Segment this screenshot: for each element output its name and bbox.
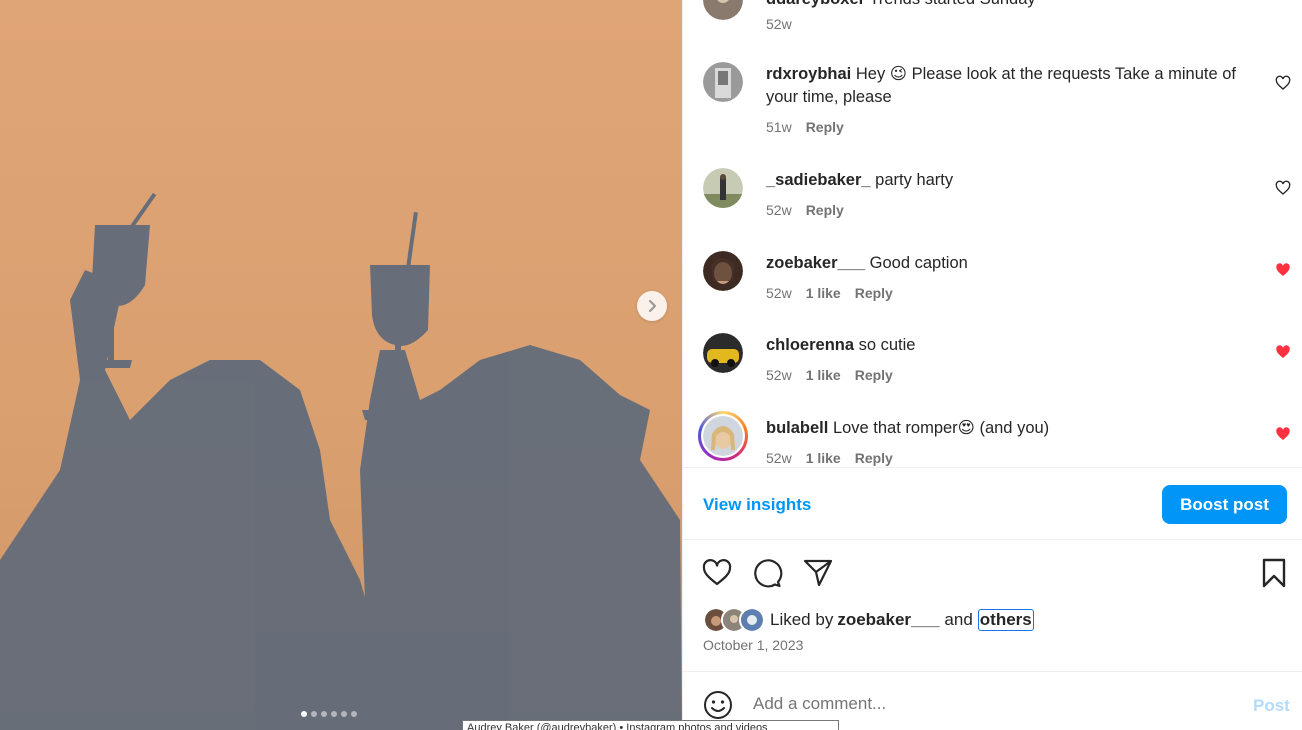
comment-text: chloerenna so cutie bbox=[766, 334, 1246, 357]
post-owner-actions: View insights Boost post bbox=[683, 469, 1302, 540]
comment-body: Good caption bbox=[869, 254, 968, 272]
avatar[interactable] bbox=[703, 0, 743, 20]
carousel-dot bbox=[311, 711, 317, 717]
comment-text: zoebaker___ Good caption bbox=[766, 252, 1246, 275]
comment-username[interactable]: bulabell bbox=[766, 419, 828, 437]
comment-likes-count[interactable]: 1 like bbox=[806, 450, 841, 466]
carousel-dot bbox=[321, 711, 327, 717]
comment-text: bulabell Love that romper😍 (and you) bbox=[766, 417, 1246, 440]
heart-filled-icon[interactable] bbox=[1275, 426, 1291, 442]
view-insights-link[interactable]: View insights bbox=[703, 495, 811, 515]
avatar[interactable] bbox=[703, 251, 743, 291]
avatar bbox=[739, 607, 765, 633]
comment-meta: 52w 1 like Reply bbox=[766, 450, 893, 466]
avatar[interactable] bbox=[703, 168, 743, 208]
heart-outline-icon[interactable] bbox=[701, 557, 733, 589]
comment-time[interactable]: 52w bbox=[766, 285, 792, 301]
shadow-photo bbox=[0, 0, 682, 730]
comments-list[interactable]: ddareyboxer Trends started Sunday 52w rd… bbox=[683, 0, 1302, 468]
add-comment-input[interactable] bbox=[753, 694, 1233, 714]
heart-outline-icon[interactable] bbox=[1275, 180, 1291, 196]
post-action-icons bbox=[683, 555, 1302, 591]
comment-meta: 52w Reply bbox=[766, 202, 844, 218]
post-date[interactable]: October 1, 2023 bbox=[703, 637, 803, 653]
reply-button[interactable]: Reply bbox=[855, 367, 893, 383]
comment-body: Love that romper😍 (and you) bbox=[832, 419, 1050, 437]
post-details-panel: ddareyboxer Trends started Sunday 52w rd… bbox=[682, 0, 1302, 730]
comment-username[interactable]: rdxroybhai bbox=[766, 65, 851, 83]
bookmark-icon[interactable] bbox=[1258, 557, 1290, 589]
comment-username[interactable]: ddareyboxer bbox=[766, 0, 865, 8]
post-comment-button[interactable]: Post bbox=[1253, 696, 1290, 716]
comment-meta: 52w 1 like Reply bbox=[766, 367, 893, 383]
comment-time[interactable]: 52w bbox=[766, 16, 792, 32]
liked-by-avatars[interactable] bbox=[703, 607, 768, 633]
comment-body: so cutie bbox=[858, 336, 916, 354]
comment-time[interactable]: 51w bbox=[766, 119, 792, 135]
browser-tooltip: Audrey Baker (@audreybaker) • Instagram … bbox=[462, 720, 839, 730]
comment-time[interactable]: 52w bbox=[766, 202, 792, 218]
send-paper-plane-icon[interactable] bbox=[802, 557, 834, 589]
heart-filled-icon[interactable] bbox=[1275, 262, 1291, 278]
reply-button[interactable]: Reply bbox=[855, 285, 893, 301]
comment-time[interactable]: 52w bbox=[766, 367, 792, 383]
liked-by-and: and bbox=[944, 610, 973, 629]
carousel-dots bbox=[301, 711, 357, 717]
post-media[interactable] bbox=[0, 0, 682, 730]
comment-username[interactable]: zoebaker___ bbox=[766, 254, 865, 272]
comment-text: ddareyboxer Trends started Sunday bbox=[766, 0, 1246, 11]
boost-post-button[interactable]: Boost post bbox=[1162, 485, 1287, 524]
liked-by-prefix: Liked by bbox=[770, 610, 834, 629]
heart-outline-icon[interactable] bbox=[1275, 75, 1291, 91]
carousel-dot bbox=[351, 711, 357, 717]
avatar-with-story-ring[interactable] bbox=[698, 411, 748, 461]
comment-likes-count[interactable]: 1 like bbox=[806, 285, 841, 301]
heart-filled-icon[interactable] bbox=[1275, 344, 1291, 360]
avatar[interactable] bbox=[703, 333, 743, 373]
comment-text: _sadiebaker_ party harty bbox=[766, 169, 1246, 192]
comment-meta: 51w Reply bbox=[766, 119, 844, 135]
comment-meta: 52w 1 like Reply bbox=[766, 285, 893, 301]
reply-button[interactable]: Reply bbox=[855, 450, 893, 466]
comment-time[interactable]: 52w bbox=[766, 450, 792, 466]
comment-text: rdxroybhai Hey 😉 Please look at the requ… bbox=[766, 63, 1246, 109]
comment-username[interactable]: chloerenna bbox=[766, 336, 854, 354]
carousel-dot bbox=[301, 711, 307, 717]
carousel-dot bbox=[341, 711, 347, 717]
comment-username[interactable]: _sadiebaker_ bbox=[766, 171, 871, 189]
next-photo-button[interactable] bbox=[637, 291, 667, 321]
comment-meta: 52w bbox=[766, 16, 792, 32]
comment-likes-count[interactable]: 1 like bbox=[806, 367, 841, 383]
reply-button[interactable]: Reply bbox=[806, 202, 844, 218]
chevron-right-icon bbox=[648, 299, 657, 313]
post-viewer: ddareyboxer Trends started Sunday 52w rd… bbox=[0, 0, 1302, 730]
comment-body: party harty bbox=[875, 171, 954, 189]
reply-button[interactable]: Reply bbox=[806, 119, 844, 135]
carousel-dot bbox=[331, 711, 337, 717]
liked-by-others-link[interactable]: others bbox=[977, 609, 1034, 631]
liked-by-summary: Liked by zoebaker___ and others bbox=[703, 607, 1034, 633]
comment-body: Trends started Sunday bbox=[869, 0, 1035, 8]
comment-bubble-icon[interactable] bbox=[751, 557, 783, 589]
emoji-smile-icon[interactable] bbox=[703, 690, 733, 720]
avatar[interactable] bbox=[703, 62, 743, 102]
liked-by-user[interactable]: zoebaker___ bbox=[837, 610, 939, 630]
